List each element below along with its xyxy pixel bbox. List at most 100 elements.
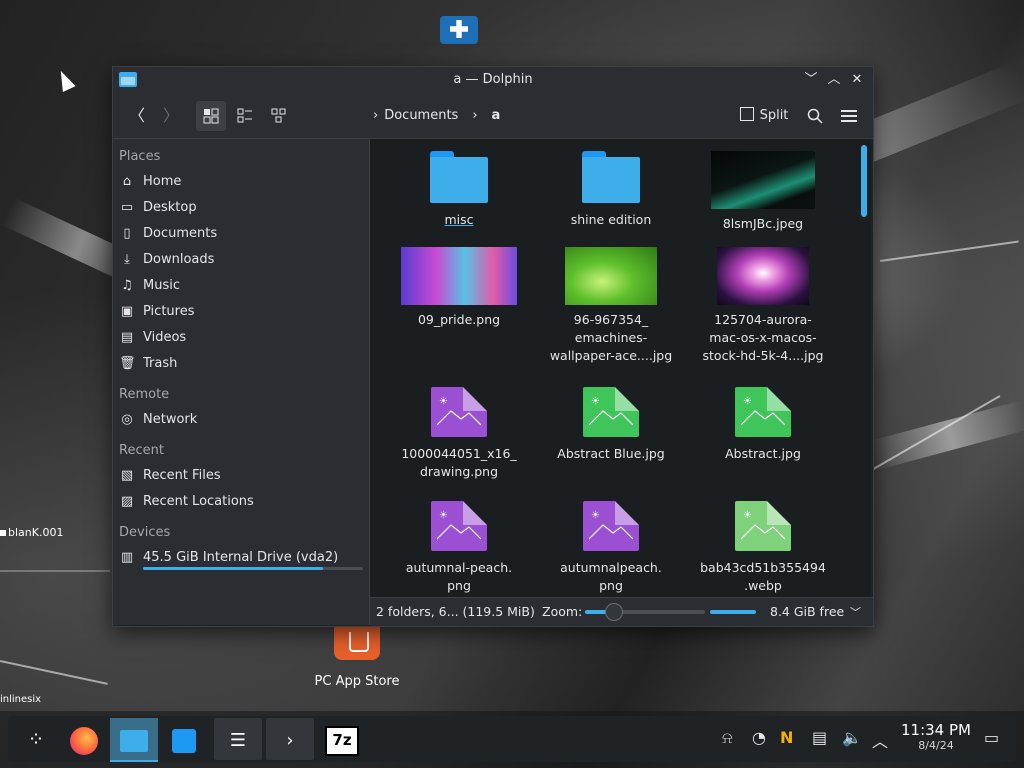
compact-view-icon	[237, 108, 252, 123]
settings-icon: ☰	[229, 730, 247, 751]
search-button[interactable]	[801, 101, 829, 131]
sidebar-item-label: 45.5 GiB Internal Drive (vda2)	[143, 550, 339, 565]
dolphin-icon	[120, 729, 148, 752]
file-item[interactable]: ☀ autumnalpeach. png	[535, 501, 687, 595]
menu-button[interactable]	[835, 101, 863, 131]
chevron-down-icon[interactable]: ﹀	[850, 604, 861, 620]
discover-button[interactable]	[160, 718, 208, 760]
breadcrumb-separator-icon: ›	[472, 108, 478, 123]
back-button[interactable]: 〈	[123, 101, 151, 131]
file-item[interactable]: ☀ Abstract.jpg	[687, 387, 839, 463]
file-item[interactable]: 09_pride.png	[383, 247, 535, 329]
konsole-button[interactable]: ›	[266, 718, 314, 760]
clipboard-icon[interactable]: ▤	[812, 728, 827, 747]
icons-view-button[interactable]	[196, 101, 226, 131]
file-name: Abstract Blue.jpg	[557, 446, 665, 461]
notifications-icon[interactable]: ⍾	[722, 728, 733, 748]
clock[interactable]: 11:34 PM 8/4/24	[896, 721, 976, 752]
zoom-slider-handle[interactable]	[605, 603, 623, 621]
split-button[interactable]: Split	[735, 101, 793, 131]
file-item[interactable]: ☀ Abstract Blue.jpg	[535, 387, 687, 463]
clock-time: 11:34 PM	[901, 721, 971, 739]
app-icon[interactable]: N	[780, 728, 793, 747]
music-icon: ♫	[121, 278, 133, 293]
remote-header: Remote	[119, 387, 170, 402]
breadcrumb-current[interactable]: a	[492, 108, 501, 123]
forward-button[interactable]: 〉	[157, 101, 185, 131]
firefox-button[interactable]	[60, 718, 108, 760]
image-thumbnail	[717, 247, 809, 305]
pictures-icon: ▣	[120, 304, 134, 319]
sidebar-item-downloads[interactable]: ⤓ Downloads	[113, 247, 369, 273]
maximize-button[interactable]: ︿	[824, 70, 844, 90]
sidebar-item-label: Recent Locations	[143, 494, 254, 509]
jpg-image-icon: ☀	[583, 387, 639, 437]
file-item[interactable]: misc	[383, 151, 535, 229]
bag-shape	[349, 632, 369, 652]
volume-icon[interactable]: 🔈	[842, 728, 862, 747]
file-item[interactable]: 125704-aurora- mac-os-x-macos- stock-hd-…	[687, 247, 839, 365]
search-icon	[807, 108, 823, 124]
file-name: 125704-aurora- mac-os-x-macos- stock-hd-…	[702, 312, 824, 363]
png-image-icon: ☀	[583, 501, 639, 551]
file-name: 8lsmJBc.jpeg	[722, 216, 804, 231]
expand-tray-icon[interactable]: ︿	[872, 728, 888, 752]
toolbar: 〈 〉 › Documents › a Split	[113, 93, 873, 139]
details-view-button[interactable]	[264, 101, 294, 131]
7zip-button[interactable]: 7z	[318, 718, 366, 760]
file-item[interactable]: ☀ 1000044051_x16_ drawing.png	[383, 387, 535, 481]
split-label: Split	[759, 108, 789, 123]
firefox-icon	[70, 726, 98, 755]
discover-icon	[172, 728, 196, 753]
hamburger-menu-icon	[841, 110, 857, 122]
status-bar: 2 folders, 6... (119.5 MiB) Zoom: 8.4 Gi…	[370, 597, 873, 626]
show-desktop-icon[interactable]: ▭	[984, 728, 999, 747]
sidebar-item-label: Pictures	[143, 304, 195, 319]
zoom-slider[interactable]	[585, 603, 705, 621]
app-launcher-button[interactable]: ⁘	[12, 718, 60, 760]
scrollbar-thumb[interactable]	[861, 145, 867, 217]
mountain-icon	[437, 524, 481, 540]
sidebar-item-desktop[interactable]: ▭ Desktop	[113, 195, 369, 221]
sidebar-item-music[interactable]: ♫ Music	[113, 273, 369, 299]
mouse-cursor	[54, 67, 76, 93]
file-item[interactable]: ☀ autumnal-peach. png	[383, 501, 535, 595]
sidebar-item-home[interactable]: ⌂ Home	[113, 169, 369, 195]
image-thumbnail	[401, 247, 517, 305]
free-space-label[interactable]: 8.4 GiB free	[770, 604, 844, 619]
sidebar-item-documents[interactable]: ▯ Documents	[113, 221, 369, 247]
home-icon: ⌂	[122, 174, 132, 189]
file-item[interactable]: ☀ bab43cd51b355494 .webp	[687, 501, 839, 595]
breadcrumb-separator-icon: ›	[373, 108, 379, 123]
vertical-scrollbar[interactable]	[857, 139, 871, 597]
file-view[interactable]: misc shine edition 8lsmJBc.jpeg 09_pride…	[370, 139, 857, 597]
sidebar-item-label: Home	[143, 174, 182, 189]
window-title: a — Dolphin	[453, 72, 533, 87]
file-name: autumnal-peach. png	[405, 560, 513, 593]
sidebar-item-network[interactable]: ◎ Network	[113, 407, 369, 433]
icons-view-icon	[203, 108, 219, 124]
minimize-button[interactable]: ﹀	[801, 70, 821, 90]
file-item[interactable]: 96-967354_ emachines- wallpaper-ace....j…	[535, 247, 687, 365]
desktop-app-icon[interactable]	[440, 16, 478, 44]
file-item[interactable]: 8lsmJBc.jpeg	[687, 151, 839, 233]
png-image-icon: ☀	[431, 387, 487, 437]
square-icon	[0, 530, 6, 536]
sidebar-item-internal-drive[interactable]: ▥ 45.5 GiB Internal Drive (vda2)	[113, 545, 369, 571]
sidebar-item-trash[interactable]: 🗑 Trash	[113, 351, 369, 377]
sidebar-item-pictures[interactable]: ▣ Pictures	[113, 299, 369, 325]
sidebar-item-recent-files[interactable]: ▧ Recent Files	[113, 463, 369, 489]
sidebar-item-videos[interactable]: ▤ Videos	[113, 325, 369, 351]
close-button[interactable]: ✕	[847, 70, 867, 90]
pc-app-store-shortcut[interactable]: PC App Store	[310, 624, 404, 689]
documents-icon: ▯	[123, 226, 131, 241]
image-thumbnail	[711, 151, 815, 209]
sidebar-item-recent-locations[interactable]: ▨ Recent Locations	[113, 489, 369, 515]
file-item[interactable]: shine edition	[535, 151, 687, 229]
updates-icon[interactable]: ◔	[752, 728, 766, 747]
breadcrumb-documents[interactable]: Documents	[384, 108, 458, 123]
dolphin-task-button[interactable]	[110, 718, 158, 762]
window-titlebar[interactable]: a — Dolphin ﹀ ︿ ✕	[113, 67, 873, 93]
settings-button[interactable]: ☰	[214, 718, 262, 760]
compact-view-button[interactable]	[230, 101, 260, 131]
